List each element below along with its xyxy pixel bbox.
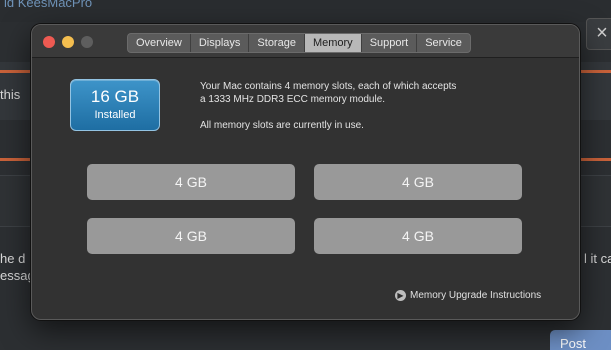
tab-support[interactable]: Support [362, 34, 418, 52]
close-window-button[interactable] [43, 36, 55, 48]
memory-slot-2: 4 GB [314, 164, 522, 200]
memory-info: Your Mac contains 4 memory slots, each o… [200, 80, 530, 132]
memory-upgrade-label: Memory Upgrade Instructions [410, 290, 542, 301]
about-this-mac-window: Overview Displays Storage Memory Support… [31, 24, 580, 320]
tab-memory[interactable]: Memory [304, 34, 362, 52]
background-text-3: essag [0, 268, 35, 283]
zoom-window-button [81, 36, 93, 48]
background-text-4: l it ca [584, 251, 611, 266]
memory-info-line-1: Your Mac contains 4 memory slots, each o… [200, 81, 457, 92]
memory-installed-size: 16 GB [90, 87, 140, 106]
tab-displays[interactable]: Displays [191, 34, 250, 52]
memory-slot-1: 4 GB [87, 164, 295, 200]
tab-overview[interactable]: Overview [128, 34, 191, 52]
background-text: this [0, 87, 21, 102]
background-close-button[interactable]: × [586, 18, 611, 50]
window-titlebar: Overview Displays Storage Memory Support… [32, 25, 579, 58]
tab-bar: Overview Displays Storage Memory Support… [127, 33, 471, 53]
memory-installed-badge: 16 GB Installed [70, 79, 160, 131]
memory-info-line-2: a 1333 MHz DDR3 ECC memory module. [200, 94, 386, 105]
arrow-right-circle-icon: ▶ [395, 290, 406, 301]
minimize-window-button[interactable] [62, 36, 74, 48]
memory-slot-4: 4 GB [314, 218, 522, 254]
tab-storage[interactable]: Storage [249, 34, 305, 52]
memory-installed-label: Installed [94, 109, 136, 121]
memory-slot-3: 4 GB [87, 218, 295, 254]
memory-upgrade-link[interactable]: ▶ Memory Upgrade Instructions [395, 290, 541, 301]
background-title: id KeesMacPro [4, 0, 93, 10]
memory-info-line-3: All memory slots are currently in use. [200, 120, 364, 131]
background-post-label: Post [560, 336, 587, 350]
tab-service[interactable]: Service [417, 34, 470, 52]
background-text-2: he d [0, 251, 26, 266]
background-post-button[interactable]: Post [550, 330, 611, 350]
